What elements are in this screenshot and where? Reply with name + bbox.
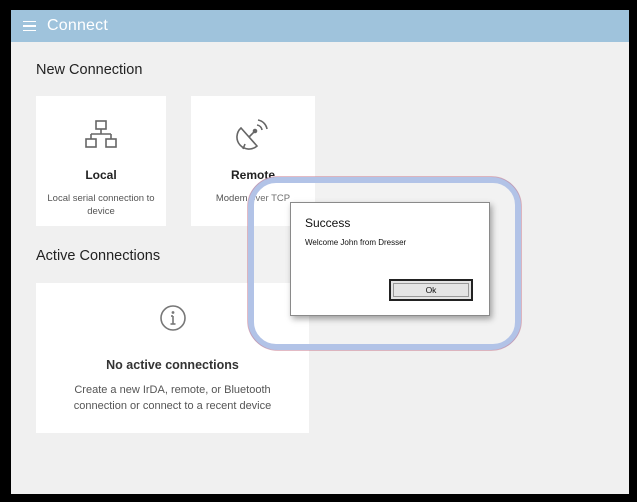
ok-button[interactable]: Ok: [389, 279, 473, 301]
dialog-title: Success: [305, 216, 351, 230]
local-connection-card[interactable]: Local Local serial connection to device: [36, 96, 166, 226]
success-dialog: Success Welcome John from Dresser Ok: [290, 202, 490, 316]
hamburger-menu-icon[interactable]: [11, 10, 47, 42]
no-connections-title: No active connections: [106, 358, 239, 372]
new-connection-heading: New Connection: [36, 62, 143, 78]
local-card-description: Local serial connection to device: [47, 193, 155, 217]
satellite-dish-icon: [191, 116, 315, 152]
app-title: Connect: [47, 17, 108, 34]
network-icon: [36, 118, 166, 152]
active-connections-heading: Active Connections: [36, 248, 161, 264]
title-bar: Connect: [11, 10, 629, 42]
local-card-title: Local: [85, 168, 117, 182]
ok-button-label: Ok: [425, 285, 437, 295]
no-connections-description: Create a new IrDA, remote, or Bluetooth …: [73, 384, 272, 412]
dialog-message: Welcome John from Dresser: [305, 238, 407, 247]
